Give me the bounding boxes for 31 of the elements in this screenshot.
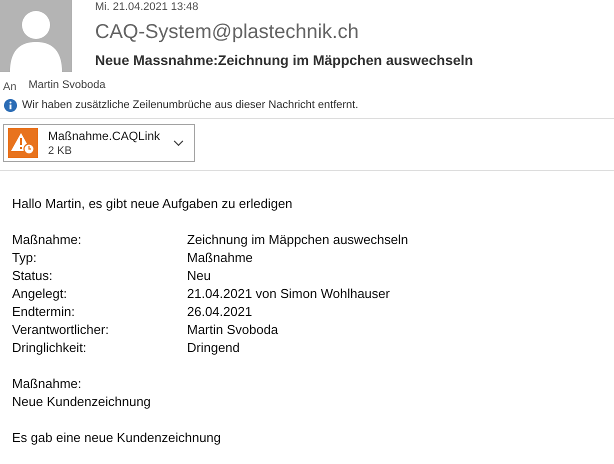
info-message: Wir haben zusätzliche Zeilenumbrüche aus dieser Nachricht entfernt. <box>22 98 358 112</box>
field-label: Dringlichkeit: <box>12 339 88 357</box>
field-value: 26.04.2021 <box>187 303 254 321</box>
section-label: Maßnahme: <box>12 375 82 393</box>
to-label: An <box>3 80 16 94</box>
sender-address: CAQ-System@plastechnik.ch <box>95 20 360 45</box>
recipient-name: Martin Svoboda <box>28 78 106 93</box>
field-value: 21.04.2021 von Simon Wohlhauser <box>187 285 391 303</box>
attachment-card[interactable]: Maßnahme.CAQLink 2 KB <box>3 124 195 162</box>
info-icon <box>4 98 17 112</box>
attachment-name: Maßnahme.CAQLink <box>48 128 162 144</box>
field-value: Maßnahme <box>187 249 254 267</box>
date-text: Mi. 21.04.2021 13:48 <box>95 0 200 14</box>
avatar-icon <box>0 0 72 72</box>
field-label: Angelegt: <box>12 285 68 303</box>
field-label: Maßnahme: <box>12 231 82 249</box>
field-label: Verantwortlicher: <box>12 321 110 339</box>
section-text: Neue Kundenzeichnung <box>12 393 152 411</box>
field-label: Endtermin: <box>12 303 76 321</box>
caret-icon[interactable] <box>173 140 184 146</box>
field-value: Dringend <box>187 339 241 357</box>
attachment-size: 2 KB <box>48 144 73 158</box>
field-label: Typ: <box>12 249 38 267</box>
field-value: Neu <box>187 267 212 285</box>
greeting-text: Hallo Martin, es gibt neue Aufgaben zu erledigen <box>12 195 294 213</box>
body-text: Es gab eine neue Kundenzeichnung <box>12 429 222 447</box>
field-value: Martin Svoboda <box>187 321 280 339</box>
warning-file-icon <box>8 128 38 158</box>
field-label: Status: <box>12 267 54 285</box>
field-value: Zeichnung im Mäppchen auswechseln <box>187 231 408 249</box>
subject-text: Neue Massnahme:Zeichnung im Mäppchen auswechseln <box>95 51 474 69</box>
